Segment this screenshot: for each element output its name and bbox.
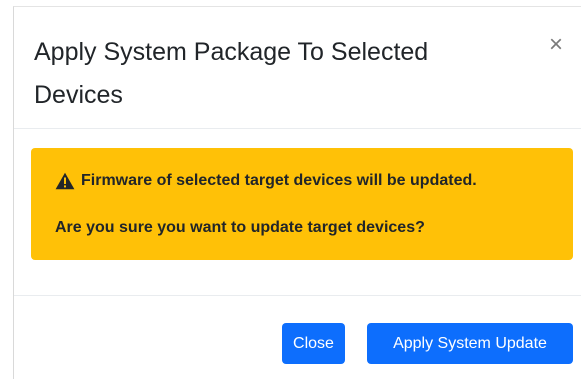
apply-system-update-button[interactable]: Apply System Update xyxy=(367,323,573,364)
alert-message-text: Firmware of selected target devices will… xyxy=(81,172,477,189)
confirmation-question: Are you sure you want to update target d… xyxy=(55,219,425,236)
dialog-title: Apply System Package To Selected Devices xyxy=(34,38,429,109)
warning-alert: Firmware of selected target devices will… xyxy=(31,148,573,260)
warning-triangle-icon xyxy=(55,172,75,190)
close-button[interactable]: Close xyxy=(282,323,345,364)
close-icon[interactable]: × xyxy=(544,33,568,57)
dialog-header: Apply System Package To Selected Devices… xyxy=(14,7,581,129)
apply-system-package-dialog: Apply System Package To Selected Devices… xyxy=(13,6,581,379)
alert-message-row: Firmware of selected target devices will… xyxy=(55,172,477,190)
dialog-body: Firmware of selected target devices will… xyxy=(14,129,581,295)
dialog-footer: Close Apply System Update xyxy=(14,295,581,380)
